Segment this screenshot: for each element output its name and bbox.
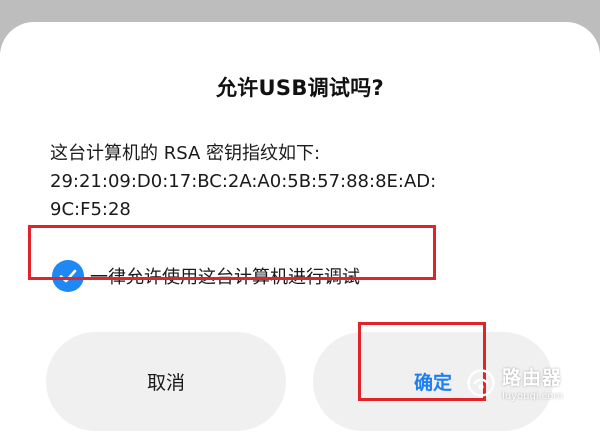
message-line-2: 29:21:09:D0:17:BC:2A:A0:5B:57:88:8E:AD: [50, 171, 437, 192]
message-line-1: 这台计算机的 RSA 密钥指纹如下: [50, 143, 321, 164]
router-logo-icon [466, 368, 496, 402]
highlight-box-checkbox [28, 225, 436, 280]
watermark-url: luyouqi.com [502, 390, 564, 402]
dialog-title: 允许USB调试吗? [215, 76, 385, 100]
watermark-text: 路由器 [502, 366, 563, 389]
watermark: 路由器 luyouqi.com [466, 368, 563, 402]
rsa-fingerprint-message: 这台计算机的 RSA 密钥指纹如下: 29:21:09:D0:17:BC:2A:… [50, 140, 570, 224]
message-line-3: 9C:F5:28 [50, 199, 131, 220]
cancel-button[interactable]: 取消 [46, 332, 286, 431]
